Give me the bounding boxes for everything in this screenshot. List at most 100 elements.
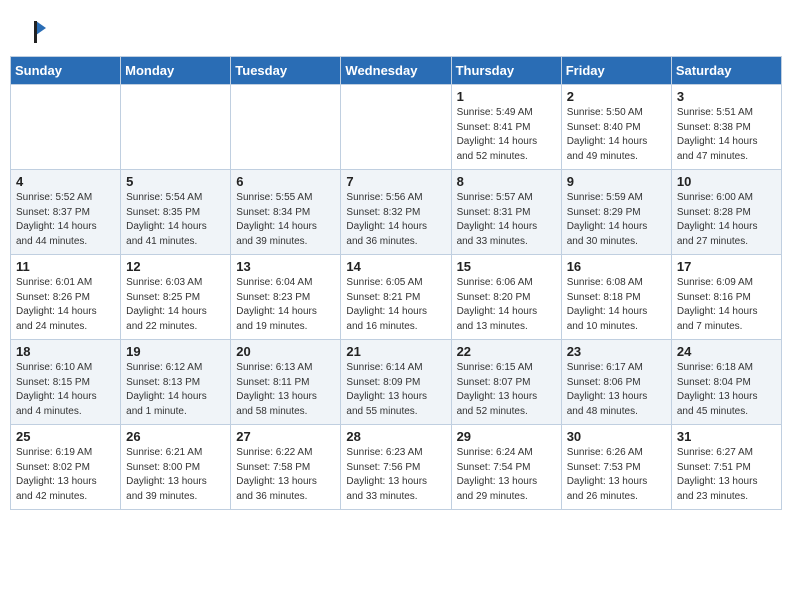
calendar-cell (341, 85, 451, 170)
day-header-sunday: Sunday (11, 57, 121, 85)
calendar-wrap: SundayMondayTuesdayWednesdayThursdayFrid… (0, 56, 792, 612)
calendar-cell: 1Sunrise: 5:49 AM Sunset: 8:41 PM Daylig… (451, 85, 561, 170)
page: SundayMondayTuesdayWednesdayThursdayFrid… (0, 0, 792, 612)
day-header-friday: Friday (561, 57, 671, 85)
day-number: 4 (16, 174, 115, 189)
day-info: Sunrise: 6:17 AM Sunset: 8:06 PM Dayligh… (567, 361, 666, 419)
calendar-header-row: SundayMondayTuesdayWednesdayThursdayFrid… (11, 57, 782, 85)
week-row-2: 11Sunrise: 6:01 AM Sunset: 8:26 PM Dayli… (11, 255, 782, 340)
calendar-cell: 17 Sunrise: 6:09 AM Sunset: 8:16 PM Dayli… (671, 255, 781, 340)
day-number: 29 (457, 429, 556, 444)
calendar-cell: 20Sunrise: 6:13 AM Sunset: 8:11 PM Dayli… (231, 340, 341, 425)
calendar-cell: 14 Sunrise: 6:05 AM Sunset: 8:21 PM Dayli… (341, 255, 451, 340)
day-number: 20 (236, 344, 335, 359)
header (0, 0, 792, 56)
day-number: 7 (346, 174, 445, 189)
day-info: Sunrise: 6:05 AM Sunset: 8:21 PM Dayligh… (346, 276, 445, 334)
day-info: Sunrise: 6:18 AM Sunset: 8:04 PM Dayligh… (677, 361, 776, 419)
day-info: Sunrise: 5:57 AM Sunset: 8:31 PM Dayligh… (457, 191, 556, 249)
day-number: 22 (457, 344, 556, 359)
day-number: 25 (16, 429, 115, 444)
day-info: Sunrise: 6:03 AM Sunset: 8:25 PM Dayligh… (126, 276, 225, 334)
day-header-thursday: Thursday (451, 57, 561, 85)
calendar-cell: 15 Sunrise: 6:06 AM Sunset: 8:20 PM Dayli… (451, 255, 561, 340)
day-info: Sunrise: 5:52 AM Sunset: 8:37 PM Dayligh… (16, 191, 115, 249)
day-header-monday: Monday (121, 57, 231, 85)
day-info: Sunrise: 6:09 AM Sunset: 8:16 PM Dayligh… (677, 276, 776, 334)
day-number: 5 (126, 174, 225, 189)
calendar-cell: 21Sunrise: 6:14 AM Sunset: 8:09 PM Dayli… (341, 340, 451, 425)
day-number: 9 (567, 174, 666, 189)
day-number: 15 (457, 259, 556, 274)
calendar-cell: 11Sunrise: 6:01 AM Sunset: 8:26 PM Dayli… (11, 255, 121, 340)
day-info: Sunrise: 6:06 AM Sunset: 8:20 PM Dayligh… (457, 276, 556, 334)
calendar-cell (121, 85, 231, 170)
day-info: Sunrise: 6:10 AM Sunset: 8:15 PM Dayligh… (16, 361, 115, 419)
day-number: 27 (236, 429, 335, 444)
calendar-cell: 26 Sunrise: 6:21 AM Sunset: 8:00 PM Dayli… (121, 425, 231, 510)
calendar-cell: 2Sunrise: 5:50 AM Sunset: 8:40 PM Daylig… (561, 85, 671, 170)
day-number: 3 (677, 89, 776, 104)
calendar-cell: 10Sunrise: 6:00 AM Sunset: 8:28 PM Dayli… (671, 170, 781, 255)
day-number: 16 (567, 259, 666, 274)
week-row-4: 25 Sunrise: 6:19 AM Sunset: 8:02 PM Dayli… (11, 425, 782, 510)
calendar-cell: 22 Sunrise: 6:15 AM Sunset: 8:07 PM Dayli… (451, 340, 561, 425)
day-header-wednesday: Wednesday (341, 57, 451, 85)
day-info: Sunrise: 5:59 AM Sunset: 8:29 PM Dayligh… (567, 191, 666, 249)
day-number: 23 (567, 344, 666, 359)
day-info: Sunrise: 6:15 AM Sunset: 8:07 PM Dayligh… (457, 361, 556, 419)
day-number: 18 (16, 344, 115, 359)
calendar-cell: 12 Sunrise: 6:03 AM Sunset: 8:25 PM Dayli… (121, 255, 231, 340)
day-number: 12 (126, 259, 225, 274)
day-number: 13 (236, 259, 335, 274)
day-number: 8 (457, 174, 556, 189)
day-info: Sunrise: 5:54 AM Sunset: 8:35 PM Dayligh… (126, 191, 225, 249)
calendar-cell: 28 Sunrise: 6:23 AM Sunset: 7:56 PM Dayli… (341, 425, 451, 510)
calendar-cell: 8 Sunrise: 5:57 AM Sunset: 8:31 PM Daylig… (451, 170, 561, 255)
calendar-cell: 5 Sunrise: 5:54 AM Sunset: 8:35 PM Daylig… (121, 170, 231, 255)
day-number: 17 (677, 259, 776, 274)
day-number: 30 (567, 429, 666, 444)
day-info: Sunrise: 6:19 AM Sunset: 8:02 PM Dayligh… (16, 446, 115, 504)
calendar-cell: 25 Sunrise: 6:19 AM Sunset: 8:02 PM Dayli… (11, 425, 121, 510)
calendar-cell: 16 Sunrise: 6:08 AM Sunset: 8:18 PM Dayli… (561, 255, 671, 340)
logo-icon (22, 18, 50, 46)
calendar-cell: 23 Sunrise: 6:17 AM Sunset: 8:06 PM Dayli… (561, 340, 671, 425)
calendar-cell: 27 Sunrise: 6:22 AM Sunset: 7:58 PM Dayli… (231, 425, 341, 510)
day-info: Sunrise: 6:00 AM Sunset: 8:28 PM Dayligh… (677, 191, 776, 249)
week-row-0: 1Sunrise: 5:49 AM Sunset: 8:41 PM Daylig… (11, 85, 782, 170)
day-info: Sunrise: 5:55 AM Sunset: 8:34 PM Dayligh… (236, 191, 335, 249)
calendar-cell: 3Sunrise: 5:51 AM Sunset: 8:38 PM Daylig… (671, 85, 781, 170)
day-info: Sunrise: 5:56 AM Sunset: 8:32 PM Dayligh… (346, 191, 445, 249)
day-number: 31 (677, 429, 776, 444)
calendar-cell: 13 Sunrise: 6:04 AM Sunset: 8:23 PM Dayli… (231, 255, 341, 340)
calendar-cell: 29 Sunrise: 6:24 AM Sunset: 7:54 PM Dayli… (451, 425, 561, 510)
calendar-cell: 18 Sunrise: 6:10 AM Sunset: 8:15 PM Dayli… (11, 340, 121, 425)
calendar-cell: 30Sunrise: 6:26 AM Sunset: 7:53 PM Dayli… (561, 425, 671, 510)
day-info: Sunrise: 6:27 AM Sunset: 7:51 PM Dayligh… (677, 446, 776, 504)
calendar-cell: 24 Sunrise: 6:18 AM Sunset: 8:04 PM Dayli… (671, 340, 781, 425)
calendar-cell: 31 Sunrise: 6:27 AM Sunset: 7:51 PM Dayli… (671, 425, 781, 510)
day-info: Sunrise: 6:23 AM Sunset: 7:56 PM Dayligh… (346, 446, 445, 504)
day-number: 26 (126, 429, 225, 444)
day-info: Sunrise: 6:08 AM Sunset: 8:18 PM Dayligh… (567, 276, 666, 334)
day-info: Sunrise: 6:22 AM Sunset: 7:58 PM Dayligh… (236, 446, 335, 504)
day-number: 28 (346, 429, 445, 444)
day-info: Sunrise: 6:12 AM Sunset: 8:13 PM Dayligh… (126, 361, 225, 419)
calendar-cell: 6Sunrise: 5:55 AM Sunset: 8:34 PM Daylig… (231, 170, 341, 255)
calendar-cell: 19 Sunrise: 6:12 AM Sunset: 8:13 PM Dayli… (121, 340, 231, 425)
day-header-saturday: Saturday (671, 57, 781, 85)
day-number: 24 (677, 344, 776, 359)
week-row-1: 4 Sunrise: 5:52 AM Sunset: 8:37 PM Daylig… (11, 170, 782, 255)
day-number: 19 (126, 344, 225, 359)
day-info: Sunrise: 6:21 AM Sunset: 8:00 PM Dayligh… (126, 446, 225, 504)
logo (22, 18, 54, 46)
day-info: Sunrise: 6:04 AM Sunset: 8:23 PM Dayligh… (236, 276, 335, 334)
day-number: 14 (346, 259, 445, 274)
calendar-cell (11, 85, 121, 170)
day-number: 21 (346, 344, 445, 359)
calendar-cell (231, 85, 341, 170)
calendar-cell: 9 Sunrise: 5:59 AM Sunset: 8:29 PM Daylig… (561, 170, 671, 255)
day-info: Sunrise: 6:24 AM Sunset: 7:54 PM Dayligh… (457, 446, 556, 504)
day-number: 11 (16, 259, 115, 274)
